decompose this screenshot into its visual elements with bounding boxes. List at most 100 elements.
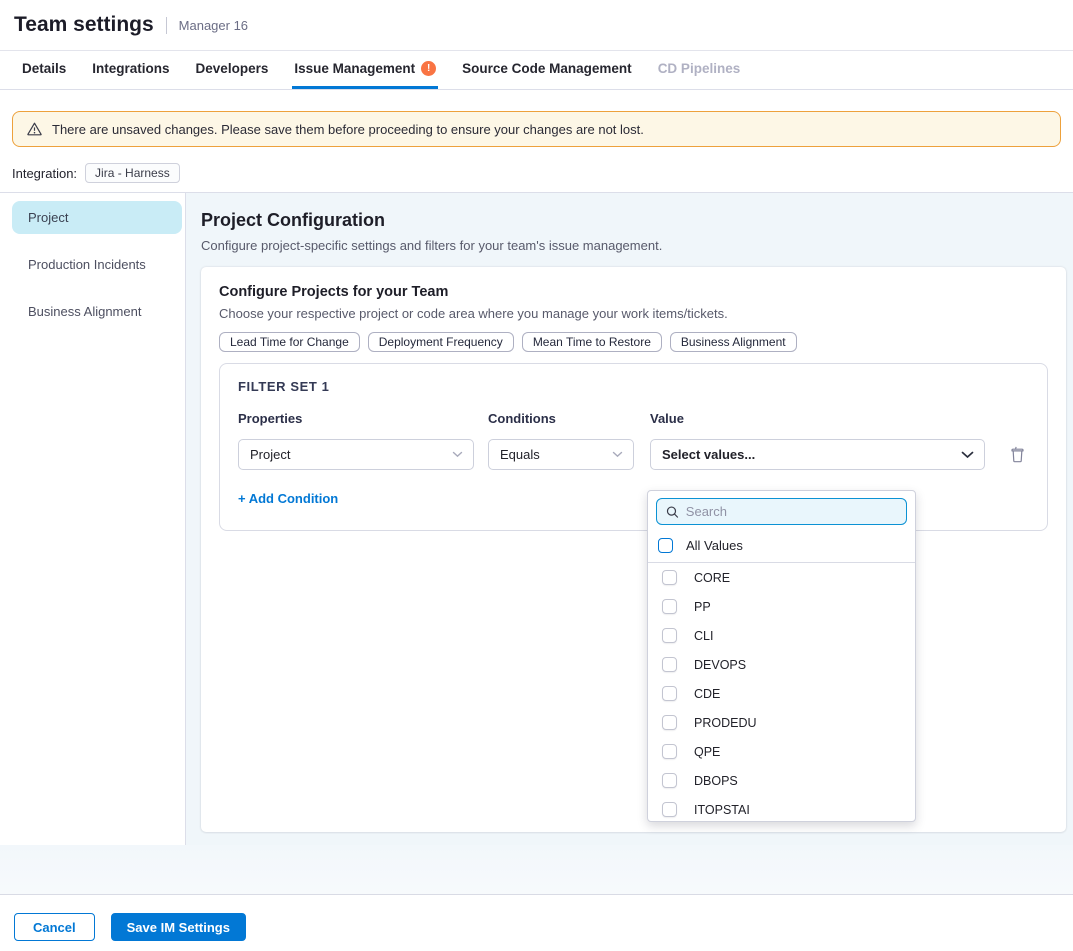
filter-row: Project Equals Select valu [238,439,1029,470]
metric-chips: Lead Time for Change Deployment Frequenc… [219,332,1048,352]
filter-column-headers: Properties Conditions Value [238,411,1029,426]
page-title: Team settings [14,13,154,37]
team-settings-page: Team settings Manager 16 Details Integra… [0,0,1073,951]
option-checkbox[interactable] [662,657,677,672]
option-checkbox[interactable] [662,628,677,643]
sidebar-item-business-alignment[interactable]: Business Alignment [12,295,182,328]
select-all-label: All Values [686,538,743,553]
option-checkbox[interactable] [662,773,677,788]
option-checkbox[interactable] [662,686,677,701]
dropdown-search-container [648,491,915,532]
card-title: Configure Projects for your Team [219,284,1048,300]
search-icon [666,505,679,519]
footer-actions: Cancel Save IM Settings [0,894,1073,941]
tab-details[interactable]: Details [20,51,68,89]
filter-set-1: FILTER SET 1 Properties Conditions Value… [219,363,1048,531]
option-label: QPE [694,745,720,759]
tab-cd-pipelines-label: CD Pipelines [658,61,741,76]
value-multiselect[interactable]: Select values... [650,439,985,470]
conditions-column-label: Conditions [488,411,634,426]
dropdown-search-box [656,498,907,525]
property-select-value: Project [250,447,290,462]
integration-label: Integration: [12,166,77,181]
tab-issue-management-label: Issue Management [294,61,415,76]
tab-source-code-management[interactable]: Source Code Management [460,51,634,89]
integration-chip[interactable]: Jira - Harness [85,163,180,183]
filter-set-title: FILTER SET 1 [238,379,1029,394]
select-all-checkbox[interactable] [658,538,673,553]
search-input[interactable] [686,504,897,519]
value-multiselect-placeholder: Select values... [662,447,755,462]
banner-container: There are unsaved changes. Please save t… [0,90,1073,147]
value-column-label: Value [650,411,985,426]
cancel-button[interactable]: Cancel [14,913,95,941]
option-cli[interactable]: CLI [648,621,915,650]
chip-deployment-frequency[interactable]: Deployment Frequency [368,332,514,352]
option-label: CLI [694,629,713,643]
option-label: CORE [694,571,730,585]
configure-projects-card: Configure Projects for your Team Choose … [201,267,1066,832]
option-checkbox[interactable] [662,599,677,614]
option-checkbox[interactable] [662,570,677,585]
settings-tabbar: Details Integrations Developers Issue Ma… [0,51,1073,90]
team-name-label: Manager 16 [179,18,248,33]
sidebar-item-project[interactable]: Project [12,201,182,234]
tab-source-code-management-label: Source Code Management [462,61,632,76]
value-select-dropdown: All Values CORE PP CLI DEVOPS CDE PRODED… [647,490,916,822]
option-checkbox[interactable] [662,744,677,759]
tab-developers[interactable]: Developers [194,51,271,89]
unsaved-changes-banner: There are unsaved changes. Please save t… [12,111,1061,147]
option-core[interactable]: CORE [648,563,915,592]
select-all-row[interactable]: All Values [648,532,915,563]
option-label: PP [694,600,711,614]
chip-lead-time-for-change[interactable]: Lead Time for Change [219,332,360,352]
option-prodedu[interactable]: PRODEDU [648,708,915,737]
condition-select-value: Equals [500,447,540,462]
option-devops[interactable]: DEVOPS [648,650,915,679]
chevron-down-icon [612,451,623,458]
add-condition-button[interactable]: + Add Condition [238,491,338,506]
option-checkbox[interactable] [662,715,677,730]
condition-select[interactable]: Equals [488,439,634,470]
bottom-spacer [0,845,1073,894]
banner-text: There are unsaved changes. Please save t… [52,122,644,137]
option-label: DEVOPS [694,658,746,672]
property-select[interactable]: Project [238,439,474,470]
content-panel: Project Configuration Configure project-… [186,193,1073,845]
integration-row: Integration: Jira - Harness [0,147,1073,192]
sidebar-item-production-incidents-label: Production Incidents [28,257,146,272]
properties-column-label: Properties [238,411,474,426]
save-im-settings-button[interactable]: Save IM Settings [111,913,246,941]
section-title: Project Configuration [201,210,1066,231]
option-dbops[interactable]: DBOPS [648,766,915,795]
unsaved-changes-badge: ! [421,61,436,76]
section-subtitle: Configure project-specific settings and … [201,238,1066,253]
option-pp[interactable]: PP [648,592,915,621]
sidebar-item-project-label: Project [28,210,68,225]
chip-business-alignment[interactable]: Business Alignment [670,332,797,352]
tab-integrations[interactable]: Integrations [90,51,171,89]
chevron-down-icon [961,451,974,459]
card-subtitle: Choose your respective project or code a… [219,306,1048,321]
chip-mean-time-to-restore[interactable]: Mean Time to Restore [522,332,662,352]
chevron-down-icon [452,451,463,458]
option-label: DBOPS [694,774,738,788]
option-label: ITOPSTAI [694,803,750,817]
sidebar-item-production-incidents[interactable]: Production Incidents [12,248,182,281]
option-qpe[interactable]: QPE [648,737,915,766]
settings-sidebar: Project Production Incidents Business Al… [0,193,186,845]
option-itopstai[interactable]: ITOPSTAI [648,795,915,822]
option-cde[interactable]: CDE [648,679,915,708]
tab-cd-pipelines: CD Pipelines [656,51,743,89]
option-label: PRODEDU [694,716,757,730]
tab-issue-management[interactable]: Issue Management ! [292,51,438,89]
sidebar-item-business-alignment-label: Business Alignment [28,304,141,319]
tab-integrations-label: Integrations [92,61,169,76]
delete-filter-button[interactable] [1005,446,1029,463]
tab-details-label: Details [22,61,66,76]
trash-icon [1010,446,1025,463]
option-checkbox[interactable] [662,802,677,817]
page-header: Team settings Manager 16 [0,0,1073,51]
tab-developers-label: Developers [196,61,269,76]
warning-triangle-icon [26,121,43,137]
